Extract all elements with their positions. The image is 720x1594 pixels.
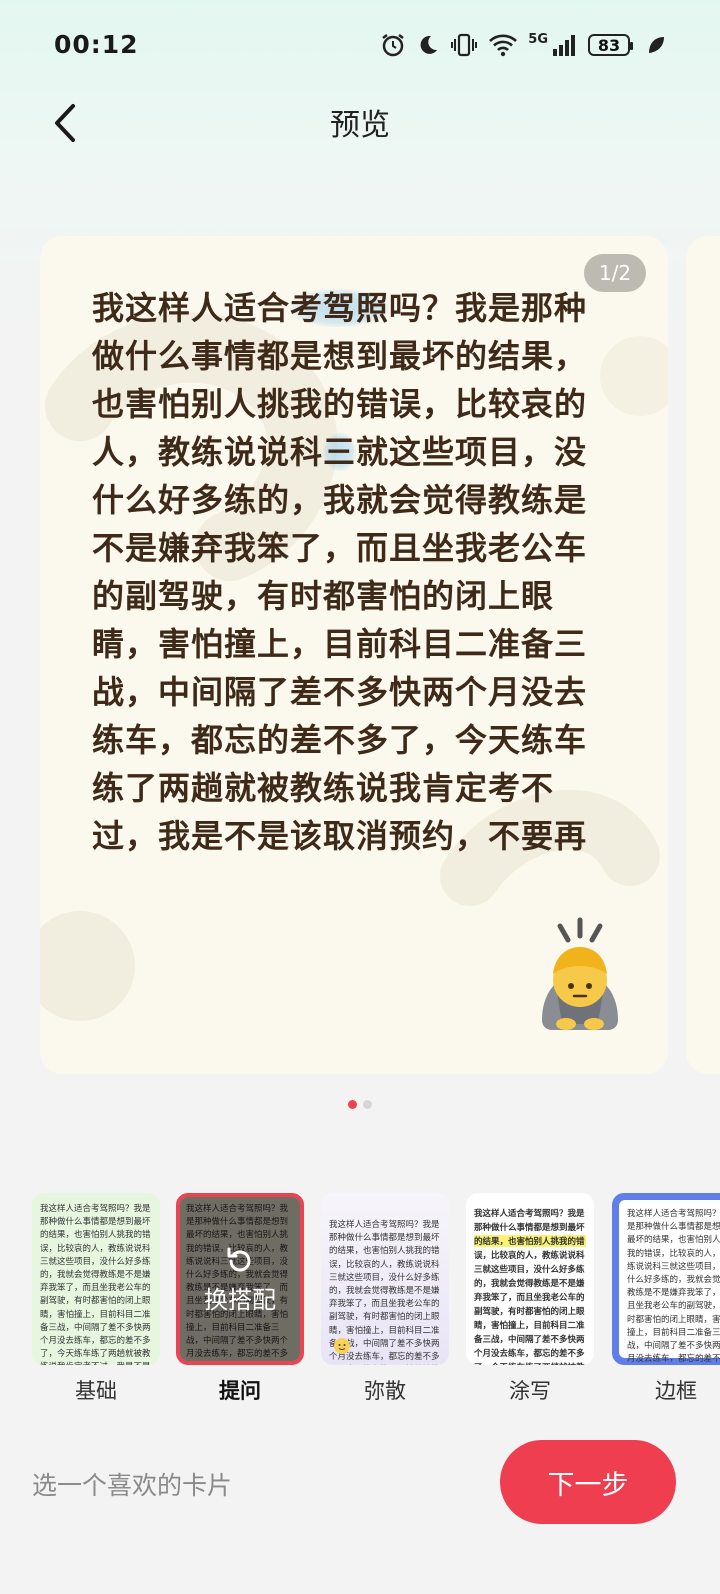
- style-label: 提问: [219, 1379, 261, 1403]
- style-thumbnail[interactable]: 我这样人适合考驾照吗？我是那种做什么事情都是想到最坏的结果，也害怕别人挑我的错误…: [32, 1193, 160, 1365]
- thumbnail-inner-frame: 我这样人适合考驾照吗？我是那种做什么事情都是想到最坏的结果，也害怕别人挑我的错误…: [619, 1200, 720, 1364]
- switch-style-overlay[interactable]: 换搭配: [180, 1197, 300, 1361]
- card-body-text: 我这样人适合考驾照吗？我是那种做什么事情都是想到最坏的结果，也害怕别人挑我的错误…: [92, 284, 612, 860]
- style-option-scribble[interactable]: 我这样人适合考驾照吗？我是那种做什么事情都是想到最坏的结果，也害怕别人挑我的错误…: [466, 1193, 594, 1405]
- network-type: 5G: [528, 31, 548, 47]
- style-option-question[interactable]: 我这样人适合考驾照吗？我是那种做什么事情都是想到最坏的结果，也害怕别人挑我的错误…: [176, 1193, 304, 1405]
- style-thumbnail-selected[interactable]: 我这样人适合考驾照吗？我是那种做什么事情都是想到最坏的结果，也害怕别人挑我的错误…: [176, 1193, 304, 1365]
- status-icons: 5G 83: [380, 28, 666, 62]
- next-card-peek[interactable]: [686, 236, 720, 1074]
- switch-style-label: 换搭配: [204, 1285, 276, 1314]
- alarm-icon: [382, 34, 405, 57]
- card-text-part: 我这样人适合: [92, 289, 291, 327]
- style-options: 我这样人适合考驾照吗？我是那种做什么事情都是想到最坏的结果，也害怕别人挑我的错误…: [32, 1193, 720, 1403]
- style-label: 涂写: [509, 1379, 551, 1403]
- style-option-diffuse[interactable]: 我这样人适合考驾照吗？我是那种做什么事情都是想到最坏的结果，也害怕别人挑我的错误…: [321, 1193, 449, 1405]
- status-time: 00:12: [54, 30, 139, 59]
- refresh-icon: [227, 1247, 251, 1271]
- card-text-part: 就这些项目，没什么好多练的，我就会觉得教练是不是嫌弃我笨了，而且坐我老公车的副驾…: [92, 433, 588, 855]
- style-option-border[interactable]: 我这样人适合考驾照吗？我是那种做什么事情都是想到最坏的结果，也害怕别人挑我的错误…: [612, 1193, 720, 1405]
- leaf-icon: [649, 37, 664, 53]
- style-option-basic[interactable]: 我这样人适合考驾照吗？我是那种做什么事情都是想到最坏的结果，也害怕别人挑我的错误…: [32, 1193, 160, 1405]
- preview-card[interactable]: 1/2 我这样人适合考驾照吗？我是那种做什么事情都是想到最坏的结果，也害怕别人挑…: [40, 236, 668, 1074]
- style-thumbnail[interactable]: 我这样人适合考驾照吗？我是那种做什么事情都是想到最坏的结果，也害怕别人挑我的错误…: [466, 1193, 594, 1365]
- battery-indicator: 83: [588, 34, 633, 56]
- style-thumbnail[interactable]: 我这样人适合考驾照吗？我是那种做什么事情都是想到最坏的结果，也害怕别人挑我的错误…: [612, 1193, 720, 1365]
- style-label: 边框: [655, 1379, 697, 1403]
- pager-dots: [0, 1100, 720, 1109]
- card-highlight: 考驾照: [290, 289, 390, 327]
- thumbnail-text: 我这样人适合考驾照吗？我是那种做什么事情都是想到最坏的结果，也害怕别人挑我的错误…: [40, 1204, 151, 1365]
- battery-level: 83: [597, 35, 621, 55]
- thumbnail-text: 我这样人适合考驾照吗？我是那种做什么事情都是想到最坏的结果，也害怕别人挑我的错误…: [627, 1209, 720, 1365]
- style-label: 弥散: [364, 1379, 406, 1403]
- moon-icon: [420, 35, 438, 54]
- status-bar: 00:12 5G 83: [0, 0, 720, 90]
- signal-icon: [553, 35, 575, 56]
- vibrate-icon: [451, 33, 478, 57]
- pager-dot: [363, 1100, 372, 1109]
- page-title: 预览: [330, 108, 390, 143]
- bowing-person-icon: [542, 917, 618, 1030]
- style-label: 基础: [75, 1379, 117, 1403]
- wifi-icon: [489, 34, 518, 57]
- card-highlight: 三: [323, 433, 357, 471]
- pager-dot-active: [348, 1100, 357, 1109]
- smiley-icon: [334, 1338, 350, 1354]
- style-thumbnail[interactable]: 我这样人适合考驾照吗？我是那种做什么事情都是想到最坏的结果，也害怕别人挑我的错误…: [321, 1193, 449, 1365]
- select-card-hint: 选一个喜欢的卡片: [32, 1471, 233, 1500]
- next-step-button[interactable]: 下一步: [500, 1440, 676, 1524]
- thumbnail-text: 我这样人适合考驾照吗？我是那种做什么事情都是想到最坏的结果，也害怕别人挑我的错误…: [474, 1207, 586, 1365]
